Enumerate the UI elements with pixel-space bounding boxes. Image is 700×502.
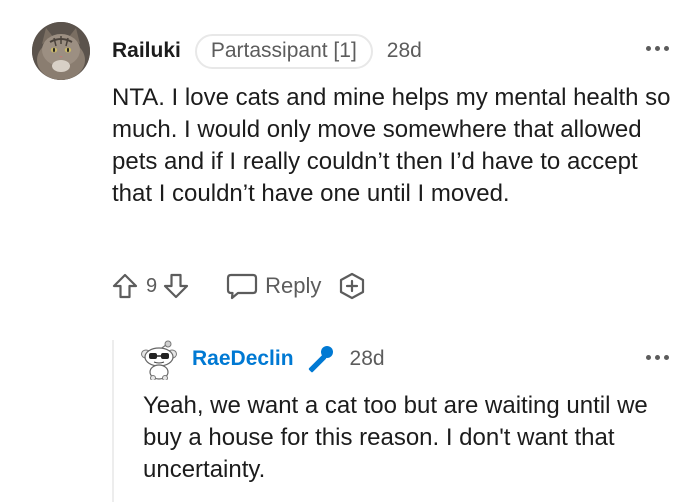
microphone-icon: [304, 343, 336, 375]
comment-actions: 9 Reply: [110, 267, 367, 305]
upvote-icon: [112, 273, 138, 299]
upvote-button[interactable]: [110, 271, 140, 301]
dot: [645, 354, 651, 360]
reply-label: Reply: [265, 273, 322, 298]
award-plus-icon: [340, 272, 365, 300]
reply-avatar[interactable]: [140, 340, 178, 381]
dot: [645, 45, 651, 51]
reply-author[interactable]: RaeDeclin: [192, 347, 294, 371]
reply-button[interactable]: Reply: [225, 271, 321, 301]
downvote-button[interactable]: [161, 271, 191, 301]
comment-meta: Railuki Partassipant [1] 28d: [112, 33, 422, 69]
reply-timestamp: 28d: [349, 347, 385, 370]
thread-line[interactable]: [112, 340, 114, 502]
reply-more-options-button[interactable]: [642, 347, 672, 367]
cat-photo-icon: [32, 22, 90, 80]
user-avatar[interactable]: [32, 22, 90, 80]
dot: [663, 45, 669, 51]
comment-bubble-icon: [227, 273, 258, 300]
downvote-icon: [164, 273, 189, 299]
comment-author[interactable]: Railuki: [112, 39, 181, 63]
more-options-button[interactable]: [642, 38, 672, 58]
award-button[interactable]: [337, 271, 367, 301]
reply-body: Yeah, we want a cat too but are waiting …: [143, 392, 648, 483]
dot: [654, 45, 660, 51]
vote-count: 9: [146, 274, 158, 297]
comment: Railuki Partassipant [1] 28d NTA. I love…: [0, 0, 700, 502]
comment-body: NTA. I love cats and mine helps my menta…: [112, 84, 671, 207]
comment-timestamp: 28d: [386, 39, 422, 62]
reply-meta: RaeDeclin 28d: [192, 342, 385, 376]
dot: [663, 354, 669, 360]
dot: [654, 354, 660, 360]
snoo-avatar-icon: [141, 340, 177, 381]
user-flair: Partassipant [1]: [194, 33, 373, 69]
